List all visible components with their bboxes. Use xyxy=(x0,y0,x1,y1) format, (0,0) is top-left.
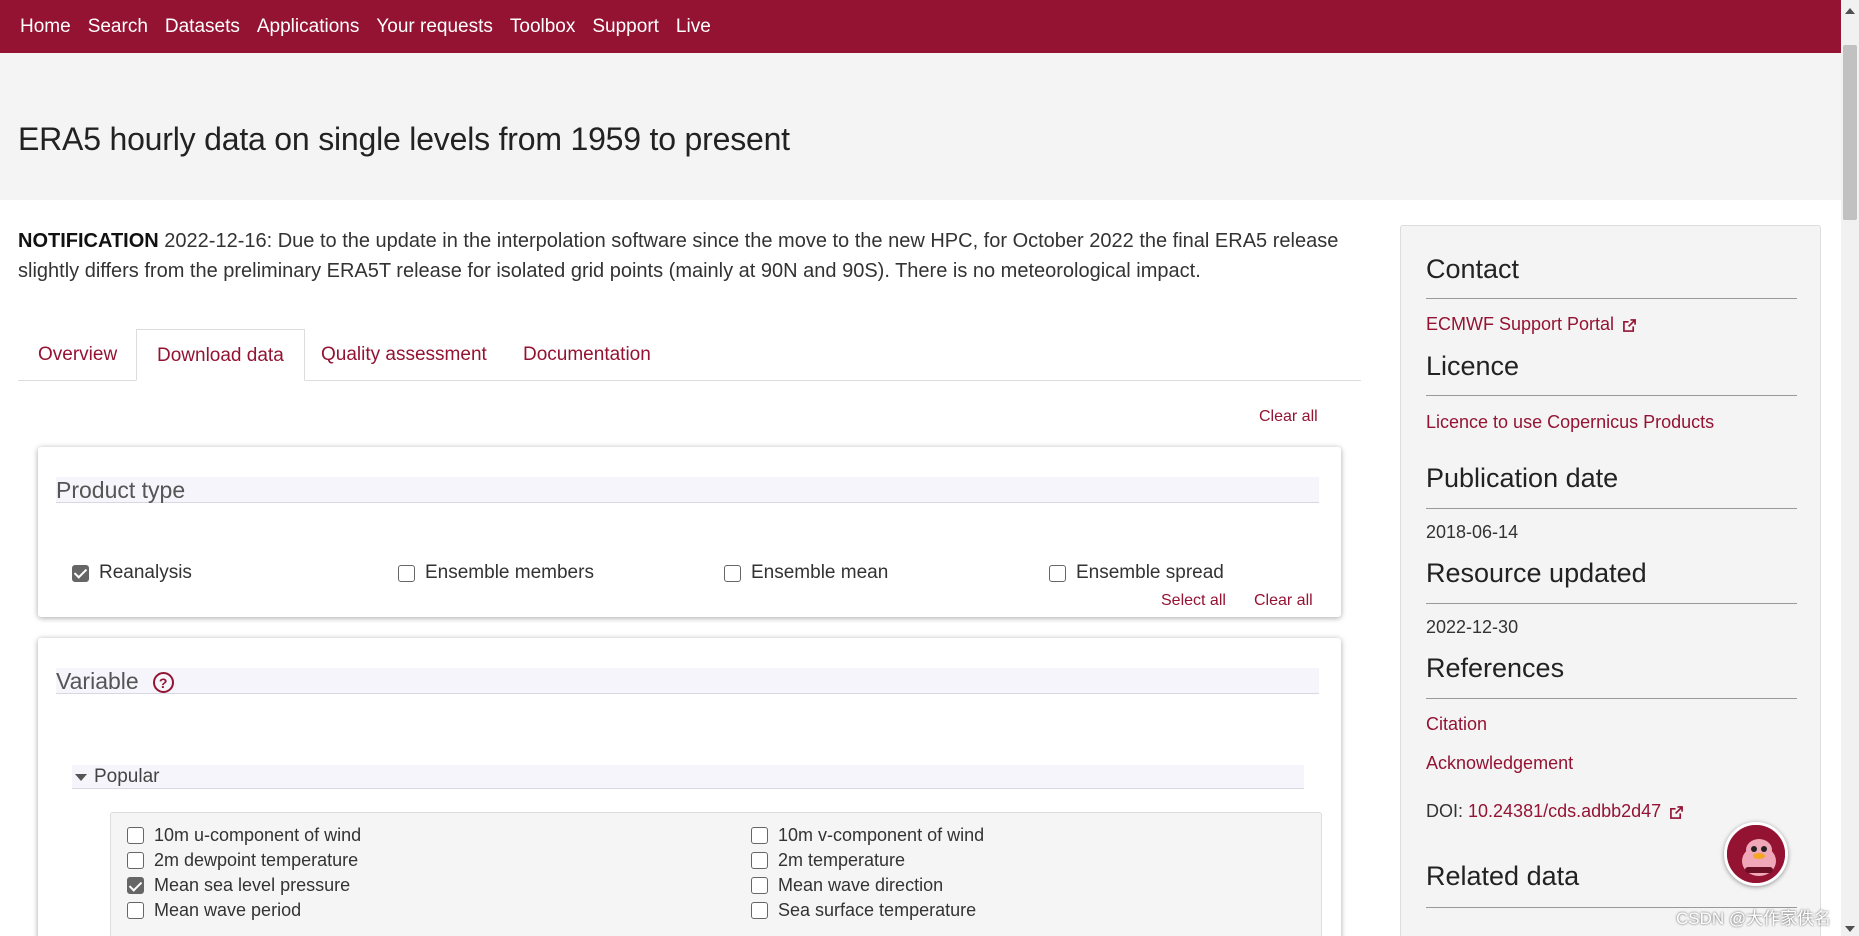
popular-variable-list: 10m u-component of wind 10m v-component … xyxy=(110,812,1322,936)
tab-quality-assessment[interactable]: Quality assessment xyxy=(301,329,507,381)
checkbox-reanalysis[interactable]: Reanalysis xyxy=(72,562,192,584)
nav-live[interactable]: Live xyxy=(676,16,711,38)
triangle-down-icon xyxy=(75,774,87,781)
nav-search[interactable]: Search xyxy=(88,16,148,38)
checkbox-sea-surface-temperature[interactable]: Sea surface temperature xyxy=(751,900,976,921)
checkbox-ensemble-mean[interactable]: Ensemble mean xyxy=(724,562,888,584)
checkbox-ensemble-spread[interactable]: Ensemble spread xyxy=(1049,562,1224,584)
checkbox-label: Ensemble mean xyxy=(751,562,889,583)
checkbox-10m-v-wind[interactable]: 10m v-component of wind xyxy=(751,825,984,846)
nav-toolbox[interactable]: Toolbox xyxy=(510,16,576,38)
checkbox-label: Mean wave direction xyxy=(778,875,944,895)
ecmwf-support-portal-link[interactable]: ECMWF Support Portal xyxy=(1426,314,1636,335)
scrollbar-thumb[interactable] xyxy=(1843,45,1857,220)
checkbox-checked-icon xyxy=(127,877,144,894)
product-type-select-all-link[interactable]: Select all xyxy=(1161,592,1226,610)
checkbox-icon xyxy=(398,564,415,582)
notification-label: NOTIFICATION xyxy=(18,230,159,252)
licence-link[interactable]: Licence to use Copernicus Products xyxy=(1426,412,1714,433)
tab-documentation[interactable]: Documentation xyxy=(503,329,671,381)
publication-date-value: 2018-06-14 xyxy=(1426,522,1519,542)
divider xyxy=(1426,508,1797,509)
checkbox-icon xyxy=(127,827,144,844)
checkbox-checked-icon xyxy=(72,564,89,582)
resource-updated-value: 2022-12-30 xyxy=(1426,617,1519,637)
notification-text: 2022-12-16: Due to the update in the int… xyxy=(18,230,1339,282)
references-heading: References xyxy=(1426,653,1565,683)
popular-section-label: Popular xyxy=(94,766,160,787)
doi-label: DOI: xyxy=(1426,801,1469,821)
tab-overview[interactable]: Overview xyxy=(18,329,137,381)
link-text: ECMWF Support Portal xyxy=(1426,314,1615,334)
clear-all-form-link[interactable]: Clear all xyxy=(1259,408,1318,426)
nav-home[interactable]: Home xyxy=(20,16,71,38)
scroll-up-arrow-icon[interactable] xyxy=(1845,8,1855,14)
related-data-heading: Related data xyxy=(1426,861,1580,891)
divider xyxy=(1426,698,1797,699)
product-type-card: Product type Reanalysis Ensemble members… xyxy=(38,447,1341,617)
chat-assistant-avatar-icon[interactable] xyxy=(1724,822,1788,886)
publication-date-heading: Publication date xyxy=(1426,463,1619,493)
nav-datasets[interactable]: Datasets xyxy=(165,16,240,38)
nav-support[interactable]: Support xyxy=(592,16,659,38)
checkbox-label: Ensemble spread xyxy=(1076,562,1224,583)
help-icon[interactable]: ? xyxy=(152,672,174,694)
external-link-icon xyxy=(1623,318,1636,332)
checkbox-mean-sea-level-pressure[interactable]: Mean sea level pressure xyxy=(127,875,350,896)
licence-heading: Licence xyxy=(1426,351,1520,381)
checkbox-2m-temperature[interactable]: 2m temperature xyxy=(751,850,905,871)
checkbox-label: 10m v-component of wind xyxy=(778,825,985,845)
checkbox-label: 10m u-component of wind xyxy=(154,825,362,845)
checkbox-icon xyxy=(724,564,741,582)
top-navigation: Home Search Datasets Applications Your r… xyxy=(0,0,1841,53)
nav-applications[interactable]: Applications xyxy=(257,16,359,38)
checkbox-icon xyxy=(127,852,144,869)
checkbox-ensemble-members[interactable]: Ensemble members xyxy=(398,562,594,584)
checkbox-label: Ensemble members xyxy=(425,562,594,583)
doi-link[interactable]: 10.24381/cds.adbb2d47 xyxy=(1468,801,1661,821)
contact-heading: Contact xyxy=(1426,254,1520,284)
page-scrollbar[interactable] xyxy=(1841,0,1859,936)
checkbox-icon xyxy=(751,877,768,894)
checkbox-icon xyxy=(751,852,768,869)
checkbox-label: Reanalysis xyxy=(99,562,192,583)
divider xyxy=(1426,603,1797,604)
page-header: ERA5 hourly data on single levels from 1… xyxy=(0,53,1841,200)
scroll-down-arrow-icon[interactable] xyxy=(1845,926,1855,932)
checkbox-label: Mean wave period xyxy=(154,900,302,920)
checkbox-10m-u-wind[interactable]: 10m u-component of wind xyxy=(127,825,361,846)
checkbox-icon xyxy=(1049,564,1066,582)
tab-download-data[interactable]: Download data xyxy=(136,329,305,381)
product-type-clear-all-link[interactable]: Clear all xyxy=(1254,592,1313,610)
nav-your-requests[interactable]: Your requests xyxy=(376,16,493,38)
divider xyxy=(1426,298,1797,299)
checkbox-2m-dewpoint[interactable]: 2m dewpoint temperature xyxy=(127,850,358,871)
checkbox-label: 2m temperature xyxy=(778,850,906,870)
external-link-icon xyxy=(1670,805,1684,819)
resource-updated-heading: Resource updated xyxy=(1426,558,1647,588)
watermark-text: CSDN @大作家佚名 xyxy=(1676,909,1832,928)
variable-title-text: Variable xyxy=(56,668,139,694)
variable-title: Variable? xyxy=(56,668,1319,694)
checkbox-icon xyxy=(751,902,768,919)
notification-message: NOTIFICATION 2022-12-16: Due to the upda… xyxy=(18,226,1358,286)
checkbox-icon xyxy=(751,827,768,844)
doi-row: DOI: 10.24381/cds.adbb2d47 xyxy=(1426,801,1684,822)
popular-section-toggle[interactable]: Popular xyxy=(72,765,1304,789)
dataset-tabs: Overview Download data Quality assessmen… xyxy=(18,329,1361,381)
checkbox-label: 2m dewpoint temperature xyxy=(154,850,359,870)
acknowledgement-link[interactable]: Acknowledgement xyxy=(1426,753,1573,774)
product-type-title: Product type xyxy=(56,477,1319,503)
citation-link[interactable]: Citation xyxy=(1426,714,1487,735)
checkbox-mean-wave-direction[interactable]: Mean wave direction xyxy=(751,875,943,896)
checkbox-mean-wave-period[interactable]: Mean wave period xyxy=(127,900,301,921)
checkbox-label: Mean sea level pressure xyxy=(154,875,351,895)
checkbox-label: Sea surface temperature xyxy=(778,900,977,920)
divider xyxy=(1426,395,1797,396)
page-title: ERA5 hourly data on single levels from 1… xyxy=(18,121,790,157)
checkbox-icon xyxy=(127,902,144,919)
